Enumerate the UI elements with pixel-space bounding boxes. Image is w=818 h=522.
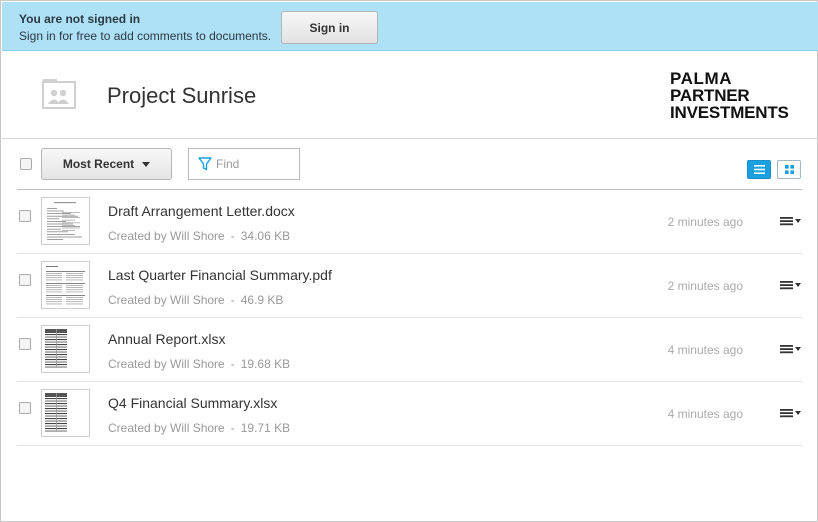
chevron-down-icon	[142, 161, 151, 167]
grid-view-icon	[784, 165, 794, 174]
file-size: 19.68 KB	[240, 357, 291, 371]
row-menu-icon[interactable]	[780, 343, 802, 355]
file-meta: Created by Will Shore -19.71 KB	[108, 421, 290, 435]
banner-title: You are not signed in	[19, 12, 141, 26]
file-row[interactable]: Annual Report.xlsx Created by Will Shore…	[17, 318, 802, 382]
file-list: Draft Arrangement Letter.docx Created by…	[17, 190, 802, 446]
row-checkbox[interactable]	[19, 274, 31, 286]
signin-banner: You are not signed in Sign in for free t…	[2, 2, 818, 51]
app-window: You are not signed in Sign in for free t…	[0, 0, 818, 522]
spreadsheet-preview-icon	[45, 329, 67, 368]
file-creator: Created by Will Shore	[108, 421, 225, 435]
file-creator: Created by Will Shore	[108, 357, 225, 371]
meta-separator: -	[230, 293, 235, 307]
sort-dropdown[interactable]: Most Recent	[41, 148, 172, 180]
banner-subtitle: Sign in for free to add comments to docu…	[19, 29, 272, 43]
row-checkbox[interactable]	[19, 210, 31, 222]
list-toolbar: Most Recent Find	[2, 140, 818, 190]
filter-icon	[198, 157, 212, 171]
signin-button[interactable]: Sign in	[281, 11, 378, 44]
project-header: Project Sunrise PALMA PARTNER INVESTMENT…	[2, 51, 818, 139]
row-checkbox[interactable]	[19, 338, 31, 350]
find-placeholder: Find	[216, 157, 240, 171]
file-row[interactable]: Q4 Financial Summary.xlsx Created by Wil…	[17, 382, 802, 446]
file-meta: Created by Will Shore -34.06 KB	[108, 229, 290, 243]
pdf-preview-icon	[46, 266, 85, 305]
meta-separator: -	[230, 229, 235, 243]
file-size: 19.71 KB	[240, 421, 291, 435]
file-thumbnail[interactable]	[41, 389, 90, 437]
meta-separator: -	[230, 421, 235, 435]
file-name[interactable]: Last Quarter Financial Summary.pdf	[108, 267, 332, 283]
file-modified-time: 4 minutes ago	[667, 343, 743, 357]
file-size: 46.9 KB	[240, 293, 284, 307]
file-name[interactable]: Q4 Financial Summary.xlsx	[108, 395, 277, 411]
file-modified-time: 4 minutes ago	[667, 407, 743, 421]
logo-line-3: INVESTMENTS	[670, 103, 789, 122]
list-view-button[interactable]	[747, 160, 771, 179]
file-modified-time: 2 minutes ago	[667, 215, 743, 229]
select-all-checkbox[interactable]	[20, 158, 32, 170]
file-row[interactable]: Last Quarter Financial Summary.pdf Creat…	[17, 254, 802, 318]
file-creator: Created by Will Shore	[108, 229, 225, 243]
company-logo: PALMA PARTNER INVESTMENTS	[670, 70, 800, 121]
find-input[interactable]: Find	[188, 148, 300, 180]
file-thumbnail[interactable]	[41, 325, 90, 373]
shared-folder-icon	[42, 79, 76, 109]
row-menu-icon[interactable]	[780, 407, 802, 419]
list-view-icon	[753, 165, 765, 174]
spreadsheet-preview-icon	[45, 393, 67, 432]
file-size: 34.06 KB	[240, 229, 291, 243]
project-title: Project Sunrise	[107, 83, 257, 108]
file-name[interactable]: Draft Arrangement Letter.docx	[108, 203, 295, 219]
meta-separator: -	[230, 357, 235, 371]
logo-line-2: PARTNER	[670, 86, 750, 105]
row-checkbox[interactable]	[19, 402, 31, 414]
sort-label: Most Recent	[62, 157, 135, 171]
file-name[interactable]: Annual Report.xlsx	[108, 331, 226, 347]
file-row[interactable]: Draft Arrangement Letter.docx Created by…	[17, 190, 802, 254]
file-meta: Created by Will Shore -46.9 KB	[108, 293, 283, 307]
logo-line-1: PALMA	[670, 69, 733, 88]
document-preview-icon	[47, 202, 82, 240]
file-thumbnail[interactable]	[41, 261, 90, 309]
file-thumbnail[interactable]	[41, 197, 90, 245]
row-menu-icon[interactable]	[780, 215, 802, 227]
file-modified-time: 2 minutes ago	[667, 279, 743, 293]
grid-view-button[interactable]	[777, 160, 801, 179]
file-creator: Created by Will Shore	[108, 293, 225, 307]
file-meta: Created by Will Shore -19.68 KB	[108, 357, 290, 371]
row-menu-icon[interactable]	[780, 279, 802, 291]
